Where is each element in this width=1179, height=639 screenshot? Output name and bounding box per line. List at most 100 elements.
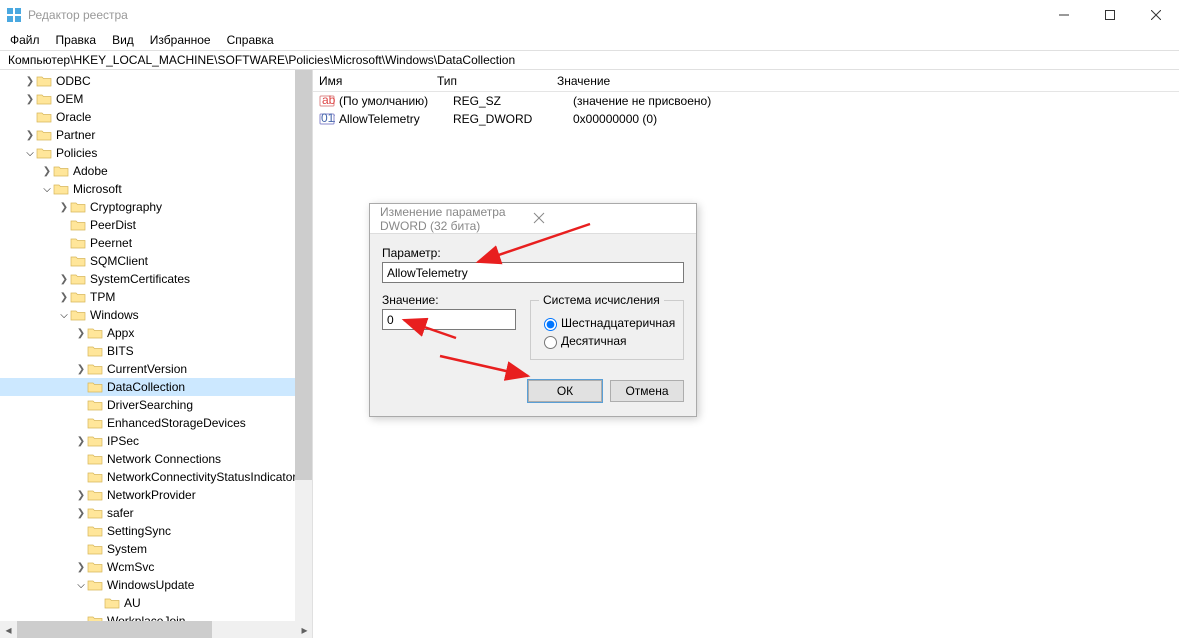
tree-item[interactable]: ❯Adobe bbox=[0, 162, 312, 180]
folder-icon bbox=[36, 110, 52, 124]
dialog-titlebar[interactable]: Изменение параметра DWORD (32 бита) bbox=[370, 204, 696, 234]
tree-item-label: Policies bbox=[56, 146, 97, 160]
close-button[interactable] bbox=[1133, 0, 1179, 30]
tree-item[interactable]: BITS bbox=[0, 342, 312, 360]
col-value[interactable]: Значение bbox=[557, 74, 1179, 88]
ok-button[interactable]: ОК bbox=[528, 380, 602, 402]
param-input[interactable] bbox=[382, 262, 684, 283]
edit-dword-dialog: Изменение параметра DWORD (32 бита) Пара… bbox=[369, 203, 697, 417]
cancel-button[interactable]: Отмена bbox=[610, 380, 684, 402]
chevron-down-icon[interactable]: ⌵ bbox=[58, 310, 70, 321]
menu-favorites[interactable]: Избранное bbox=[142, 31, 219, 49]
radio-hex-input[interactable] bbox=[544, 318, 557, 331]
tree-item[interactable]: ❯TPM bbox=[0, 288, 312, 306]
radio-dec-input[interactable] bbox=[544, 336, 557, 349]
scroll-right-icon[interactable]: ▸ bbox=[296, 621, 313, 638]
tree-item[interactable]: EnhancedStorageDevices bbox=[0, 414, 312, 432]
tree-item[interactable]: ⌵Microsoft bbox=[0, 180, 312, 198]
value-row[interactable]: 011AllowTelemetryREG_DWORD0x00000000 (0) bbox=[313, 110, 1179, 128]
tree-item[interactable]: ❯SystemCertificates bbox=[0, 270, 312, 288]
tree-item[interactable]: DataCollection bbox=[0, 378, 312, 396]
folder-icon bbox=[87, 506, 103, 520]
tree-item[interactable]: ❯safer bbox=[0, 504, 312, 522]
menu-view[interactable]: Вид bbox=[104, 31, 142, 49]
chevron-down-icon[interactable]: ⌵ bbox=[41, 184, 53, 195]
folder-icon bbox=[87, 560, 103, 574]
col-name[interactable]: Имя bbox=[319, 74, 437, 88]
tree-item[interactable]: ❯ ODBC bbox=[0, 72, 312, 90]
value-type: REG_SZ bbox=[453, 94, 573, 108]
tree-item[interactable]: ❯CurrentVersion bbox=[0, 360, 312, 378]
radio-dec[interactable]: Десятичная bbox=[539, 333, 675, 349]
col-type[interactable]: Тип bbox=[437, 74, 557, 88]
tree-item[interactable]: DriverSearching bbox=[0, 396, 312, 414]
tree-item[interactable]: ⌵ WindowsUpdate bbox=[0, 576, 312, 594]
tree-item[interactable]: ⌵ Policies bbox=[0, 144, 312, 162]
tree-item[interactable]: SettingSync bbox=[0, 522, 312, 540]
tree-item[interactable]: ❯IPSec bbox=[0, 432, 312, 450]
tree-item[interactable]: Peernet bbox=[0, 234, 312, 252]
address-bar[interactable]: Компьютер\HKEY_LOCAL_MACHINE\SOFTWARE\Po… bbox=[0, 50, 1179, 70]
chevron-down-icon[interactable]: ⌵ bbox=[24, 148, 36, 159]
maximize-button[interactable] bbox=[1087, 0, 1133, 30]
value-input[interactable] bbox=[382, 309, 516, 330]
chevron-right-icon[interactable]: ❯ bbox=[58, 202, 70, 213]
tree-item[interactable]: SQMClient bbox=[0, 252, 312, 270]
chevron-right-icon[interactable]: ❯ bbox=[58, 292, 70, 303]
tree-item[interactable]: Oracle bbox=[0, 108, 312, 126]
tree-item-label: OEM bbox=[56, 92, 83, 106]
chevron-right-icon[interactable]: ❯ bbox=[41, 166, 53, 177]
tree-item[interactable]: AU bbox=[0, 594, 312, 612]
tree-item-label: System bbox=[107, 542, 147, 556]
minimize-button[interactable] bbox=[1041, 0, 1087, 30]
tree-item-label: Cryptography bbox=[90, 200, 162, 214]
tree-item-label: DataCollection bbox=[107, 380, 185, 394]
radio-hex[interactable]: Шестнадцатеричная bbox=[539, 315, 675, 331]
value-row[interactable]: ab(По умолчанию)REG_SZ(значение не присв… bbox=[313, 92, 1179, 110]
tree-item-label: ODBC bbox=[56, 74, 91, 88]
chevron-right-icon[interactable]: ❯ bbox=[75, 436, 87, 447]
tree-item[interactable]: ❯ WcmSvc bbox=[0, 558, 312, 576]
tree-item-label: Windows bbox=[90, 308, 139, 322]
chevron-down-icon[interactable]: ⌵ bbox=[75, 580, 87, 591]
chevron-right-icon[interactable]: ❯ bbox=[75, 364, 87, 375]
tree-item[interactable]: PeerDist bbox=[0, 216, 312, 234]
tree-item[interactable]: ❯Partner bbox=[0, 126, 312, 144]
tree-panel: ❯ ODBC ❯ OEM Oracle❯Partner ⌵ Policies ❯Adobe⌵M… bbox=[0, 70, 313, 638]
tree-item[interactable]: ❯ Cryptography bbox=[0, 198, 312, 216]
menu-file[interactable]: Файл bbox=[2, 31, 48, 49]
menu-help[interactable]: Справка bbox=[219, 31, 282, 49]
menu-edit[interactable]: Правка bbox=[48, 31, 105, 49]
chevron-right-icon[interactable]: ❯ bbox=[58, 274, 70, 285]
chevron-right-icon[interactable]: ❯ bbox=[75, 562, 87, 573]
folder-icon bbox=[87, 326, 103, 340]
tree-item-label: EnhancedStorageDevices bbox=[107, 416, 246, 430]
tree-vscroll[interactable] bbox=[295, 70, 312, 621]
column-headers[interactable]: Имя Тип Значение bbox=[313, 70, 1179, 92]
folder-icon bbox=[104, 596, 120, 610]
chevron-right-icon[interactable]: ❯ bbox=[75, 508, 87, 519]
chevron-right-icon[interactable]: ❯ bbox=[24, 130, 36, 141]
tree-item[interactable]: NetworkConnectivityStatusIndicator bbox=[0, 468, 312, 486]
tree-item[interactable]: Network Connections bbox=[0, 450, 312, 468]
folder-icon bbox=[87, 578, 103, 592]
tree-hscroll[interactable]: ◂ ▸ bbox=[0, 621, 313, 638]
tree-item-label: WindowsUpdate bbox=[107, 578, 194, 592]
folder-icon bbox=[36, 92, 52, 106]
scroll-left-icon[interactable]: ◂ bbox=[0, 621, 17, 638]
tree-item-label: WcmSvc bbox=[107, 560, 154, 574]
chevron-right-icon[interactable]: ❯ bbox=[75, 328, 87, 339]
tree-item-label: NetworkProvider bbox=[107, 488, 196, 502]
svg-text:ab: ab bbox=[322, 93, 335, 107]
chevron-right-icon[interactable]: ❯ bbox=[75, 490, 87, 501]
close-icon[interactable] bbox=[533, 212, 686, 226]
chevron-right-icon[interactable]: ❯ bbox=[24, 76, 36, 87]
menubar: Файл Правка Вид Избранное Справка bbox=[0, 30, 1179, 50]
tree-item[interactable]: ❯ OEM bbox=[0, 90, 312, 108]
tree-item[interactable]: ⌵ Windows bbox=[0, 306, 312, 324]
tree-item-label: SettingSync bbox=[107, 524, 171, 538]
tree-item[interactable]: ❯Appx bbox=[0, 324, 312, 342]
tree-item[interactable]: System bbox=[0, 540, 312, 558]
tree-item[interactable]: ❯ NetworkProvider bbox=[0, 486, 312, 504]
chevron-right-icon[interactable]: ❯ bbox=[24, 94, 36, 105]
